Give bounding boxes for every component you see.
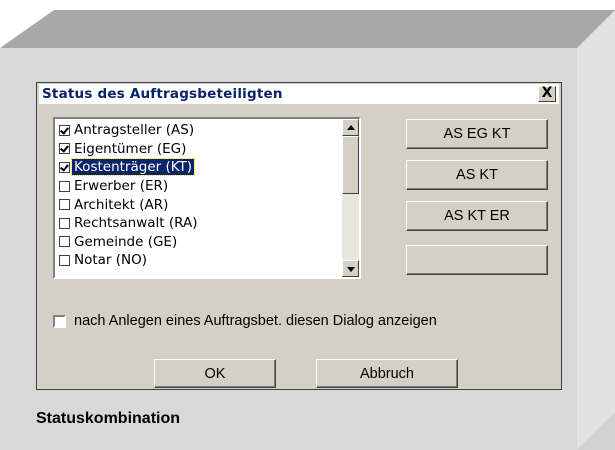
list-item-erwerber[interactable]: Erwerber (ER) [57,177,341,196]
combo-button-as-kt[interactable]: AS KT [406,160,548,190]
checkbox-kostentraeger[interactable] [59,161,70,173]
checkbox-eigentuemer[interactable] [59,143,70,155]
list-item-gemeinde[interactable]: Gemeinde (GE) [57,233,341,252]
combo-button-empty[interactable] [406,245,548,275]
arrow-up-icon [347,125,355,130]
checkbox-gemeinde[interactable] [59,236,70,248]
list-item-eigentuemer[interactable]: Eigentümer (EG) [57,140,341,159]
close-button[interactable]: X [538,86,556,102]
ok-button[interactable]: OK [154,359,276,388]
list-scrollbar[interactable] [342,119,359,277]
show-dialog-checkbox[interactable] [53,314,66,328]
scroll-down-button[interactable] [342,260,359,277]
list-item-label: Kostenträger (KT) [70,158,196,177]
combo-button-as-eg-kt[interactable]: AS EG KT [406,119,548,149]
list-item-kostentraeger[interactable]: Kostenträger (KT) [57,158,341,177]
scroll-up-button[interactable] [342,119,359,136]
list-item-notar[interactable]: Notar (NO) [57,251,341,270]
status-list: Antragsteller (AS) Eigentümer (EG) Koste… [57,121,341,270]
scrollbar-thumb[interactable] [342,136,359,194]
cancel-button[interactable]: Abbruch [316,359,458,388]
figure-caption: Statuskombination [36,410,181,427]
list-item-architekt[interactable]: Architekt (AR) [57,195,341,214]
checkbox-architekt[interactable] [59,199,70,211]
checkbox-antragsteller[interactable] [59,124,70,136]
show-dialog-label: nach Anlegen eines Auftragsbet. diesen D… [74,313,437,329]
list-item-label: Erwerber (ER) [74,178,169,195]
checkbox-rechtsanwalt[interactable] [59,217,70,229]
list-item-antragsteller[interactable]: Antragsteller (AS) [57,121,341,140]
dialog-titlebar: Status des Auftragsbeteiligten X [39,84,559,104]
list-item-label: Rechtsanwalt (RA) [74,215,198,232]
dialog-title: Status des Auftragsbeteiligten [42,86,283,102]
status-dialog: Status des Auftragsbeteiligten X Antrags… [36,82,562,390]
checkbox-erwerber[interactable] [59,180,70,192]
arrow-down-icon [347,267,355,272]
list-item-label: Eigentümer (EG) [74,140,187,157]
list-item-label: Architekt (AR) [74,196,169,213]
combo-button-as-kt-er[interactable]: AS KT ER [406,201,548,231]
list-item-label: Notar (NO) [74,252,148,269]
list-item-label: Antragsteller (AS) [74,122,195,139]
list-item-label: Gemeinde (GE) [74,233,178,250]
checkbox-notar[interactable] [59,254,70,266]
list-item-rechtsanwalt[interactable]: Rechtsanwalt (RA) [57,214,341,233]
show-dialog-option[interactable]: nach Anlegen eines Auftragsbet. diesen D… [53,313,437,329]
status-listbox[interactable]: Antragsteller (AS) Eigentümer (EG) Koste… [53,117,361,279]
